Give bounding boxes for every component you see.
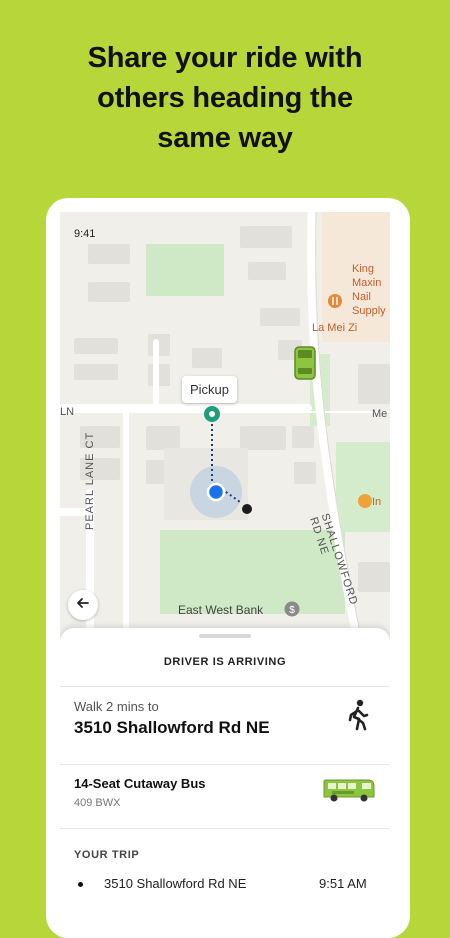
- status-bar-time: 9:41: [74, 228, 96, 240]
- divider: [60, 764, 390, 765]
- poi-label-la-mei-zi: La Mei Zi: [312, 322, 358, 334]
- divider: [60, 686, 390, 687]
- bus-icon: [322, 778, 376, 809]
- park-area: [146, 244, 224, 296]
- park-area: [336, 442, 390, 532]
- svg-text:$: $: [289, 605, 295, 616]
- headline-line-1: Share your ride with: [87, 42, 363, 74]
- trip-stop-dot-icon: [78, 882, 83, 887]
- headline-line-2: others heading the: [97, 82, 353, 114]
- map-label-partial: Me: [372, 408, 388, 420]
- street-label-ln: LN: [60, 406, 75, 418]
- vehicle-plate: 409 BWX: [74, 797, 121, 809]
- your-trip-heading: YOUR TRIP: [74, 849, 140, 861]
- poi-label-nail-supply: King Maxin Nail Supply: [352, 262, 390, 318]
- pickup-label: Pickup: [182, 376, 238, 403]
- fork-knife-icon: [328, 294, 342, 311]
- poi-label-line: Nail Supply: [352, 291, 386, 317]
- poi-icon: [358, 494, 372, 511]
- vehicle-name: 14-Seat Cutaway Bus: [74, 776, 206, 791]
- trip-bottom-sheet[interactable]: DRIVER IS ARRIVING Walk 2 mins to 3510 S…: [60, 628, 390, 938]
- walking-person-icon: [346, 699, 370, 736]
- headline: Share your ride with others heading the …: [0, 38, 450, 158]
- headline-line-3: same way: [157, 122, 293, 154]
- map-view[interactable]: 9:41 King Maxin Nail Supply La Mei Zi LN…: [60, 212, 390, 656]
- bank-icon: $: [284, 601, 300, 622]
- map-label-partial-poi: In: [372, 496, 382, 508]
- poi-label-line: King Maxin: [352, 263, 382, 289]
- bus-marker-icon: [294, 346, 316, 385]
- user-location-icon: [190, 462, 260, 527]
- pickup-pin-icon[interactable]: [203, 405, 221, 428]
- arrow-left-icon: [76, 596, 90, 615]
- bank-label: East West Bank: [178, 603, 264, 617]
- trip-stop-time: 9:51 AM: [319, 876, 367, 891]
- walk-duration-text: Walk 2 mins to: [74, 699, 159, 714]
- phone-frame: 9:41 King Maxin Nail Supply La Mei Zi LN…: [46, 198, 410, 938]
- back-button[interactable]: [68, 590, 98, 620]
- sheet-drag-handle[interactable]: [199, 634, 251, 638]
- trip-stop-address: 3510 Shallowford Rd NE: [104, 876, 247, 891]
- walk-destination-address: 3510 Shallowford Rd NE: [74, 718, 270, 737]
- street-label-pearl-lane: PEARL LANE CT: [84, 431, 96, 530]
- divider: [60, 828, 390, 829]
- app-screen: 9:41 King Maxin Nail Supply La Mei Zi LN…: [60, 212, 390, 938]
- ride-status: DRIVER IS ARRIVING: [163, 656, 287, 668]
